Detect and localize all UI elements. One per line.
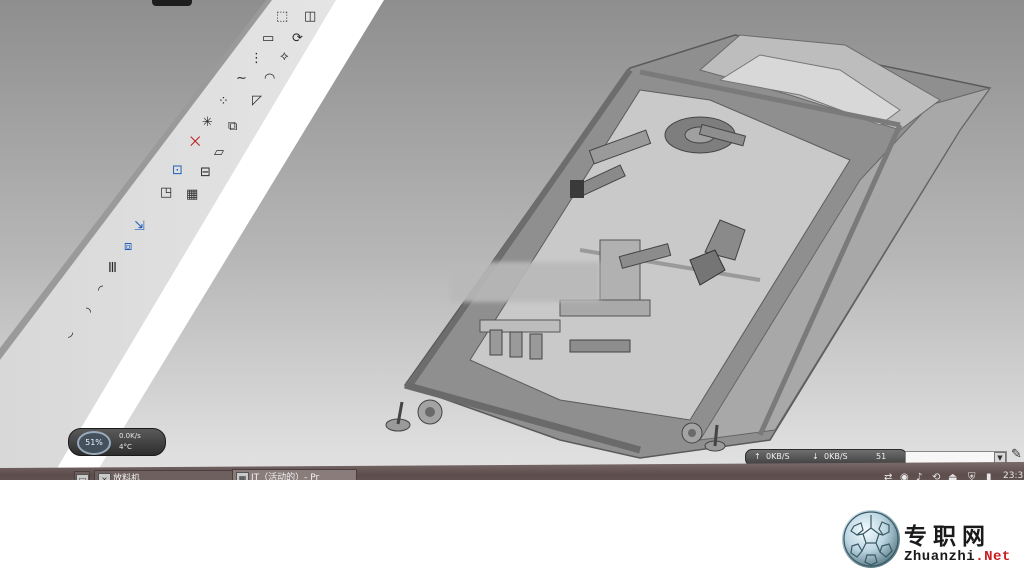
cpu-percent: 51% (77, 431, 111, 455)
sweep-tool-icon[interactable]: ◝ (86, 306, 91, 320)
network-value: 51 (876, 452, 887, 461)
rectangle-tool-icon[interactable]: ⬚ (276, 10, 288, 24)
copy-tool-icon[interactable]: ⧈ (124, 240, 132, 254)
gadget-line-1: 0.0K/s (119, 432, 141, 440)
gadget-line-2: 4°C (119, 443, 132, 451)
watermark-domain: Zhuanzhi.Net (904, 549, 1011, 565)
watermark-domain-name: Zhuanzhi (904, 549, 976, 565)
upload-speed: 0KB/S (766, 452, 790, 461)
fillet-tool-icon[interactable]: ◠ (264, 72, 275, 86)
download-speed: 0KB/S (824, 452, 848, 461)
soccer-ball-icon (843, 511, 899, 567)
trim-tool-icon[interactable]: ⨉ (190, 136, 200, 150)
window-tab[interactable] (152, 0, 192, 6)
mirror-tool-icon[interactable]: ⟡ (280, 50, 289, 64)
loft-tool-icon[interactable]: ◞ (68, 326, 73, 340)
text-tool-icon[interactable]: Ⅲ (108, 262, 117, 276)
rib-tool-icon[interactable]: ⊟ (200, 166, 211, 180)
pattern-tool-icon[interactable]: ⧉ (228, 120, 237, 134)
watermark-logo (842, 510, 900, 568)
download-arrow-icon: ↓ (812, 452, 819, 461)
constraint-tool-icon[interactable]: ✳ (202, 116, 213, 130)
watermark-domain-tld: .Net (975, 549, 1011, 565)
move-tool-icon[interactable]: ⇲ (134, 220, 145, 234)
photographed-screen: ⬚ ◫ ▭ ⟳ ⋮ ⟡ ∼ ◠ ⁘ ◸ ✳ ⧉ ⨉ ▱ ⊡ ⊟ ◳ ▦ ⇲ ⧈ … (0, 0, 1024, 575)
project-tool-icon[interactable]: ◳ (160, 186, 172, 200)
revolve-tool-icon[interactable]: ⟳ (292, 32, 303, 46)
line-tool-icon[interactable]: ▭ (262, 32, 274, 46)
extrude-tool-icon[interactable]: ◫ (304, 10, 316, 24)
watermark-brand: 专职网 (904, 523, 991, 550)
point-tool-icon[interactable]: ⋮ (250, 52, 263, 66)
hole-tool-icon[interactable]: ▦ (186, 188, 198, 202)
upload-arrow-icon: ↑ (754, 452, 761, 461)
dimension-tool-icon[interactable]: ⁘ (218, 95, 229, 109)
system-monitor-gadget[interactable]: 51% 0.0K/s 4°C (68, 428, 166, 456)
pen-icon[interactable]: ✎ (1011, 447, 1022, 462)
offset-tool-icon[interactable]: ⊡ (172, 164, 183, 178)
chamfer-tool-icon[interactable]: ◸ (252, 94, 262, 108)
blurred-region (450, 262, 600, 302)
shell-tool-icon[interactable]: ▱ (214, 146, 224, 160)
spline-tool-icon[interactable]: ∼ (236, 72, 247, 86)
arc-tool-icon[interactable]: ◜ (98, 284, 103, 298)
